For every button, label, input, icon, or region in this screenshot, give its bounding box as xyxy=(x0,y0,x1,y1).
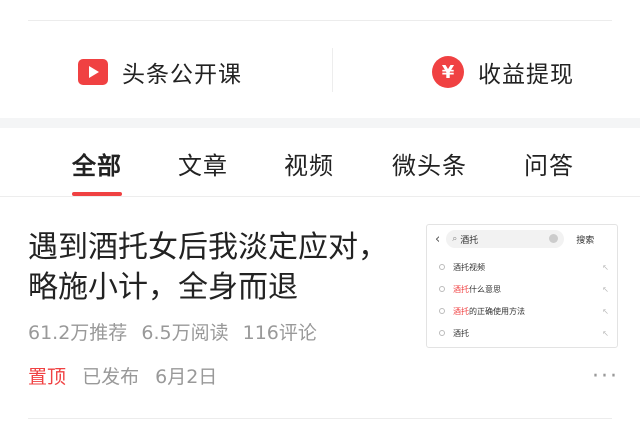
tab-all[interactable]: 全部 xyxy=(72,146,122,181)
tab-qa[interactable]: 问答 xyxy=(524,146,574,181)
article-stats: 61.2万推荐 6.5万阅读 116评论 xyxy=(28,318,325,345)
top-divider xyxy=(28,20,612,21)
quick-links-divider xyxy=(332,48,333,92)
withdraw-label: 收益提现 xyxy=(478,62,574,88)
search-icon xyxy=(439,264,445,270)
back-icon: ‹ xyxy=(435,231,441,247)
thumbnail-suggestion: 酒托 ↖ xyxy=(427,323,617,343)
thumbnail-search-field: ⌕ 酒托 xyxy=(446,230,565,248)
course-label: 头条公开课 xyxy=(122,62,242,88)
publish-date: 6月2日 xyxy=(155,366,218,388)
fill-arrow-icon: ↖ xyxy=(602,329,609,338)
fill-arrow-icon: ↖ xyxy=(602,263,609,272)
section-separator xyxy=(0,118,640,128)
tab-articles[interactable]: 文章 xyxy=(178,146,228,181)
quick-links-row: 头条公开课 ¥ 收益提现 xyxy=(0,22,640,118)
course-link[interactable]: 头条公开课 xyxy=(78,52,242,92)
article-title[interactable]: 遇到酒托女后我淡定应对，略施小计，全身而退 xyxy=(28,228,398,308)
suggestion-text: 酒托 xyxy=(453,328,469,338)
tabs-divider xyxy=(0,196,640,197)
publish-status: 已发布 xyxy=(82,366,140,388)
search-icon xyxy=(439,330,445,336)
search-icon xyxy=(439,308,445,314)
read-count: 6.5万阅读 xyxy=(141,322,229,344)
article-thumbnail[interactable]: ‹ ⌕ 酒托 搜索 酒托视频 ↖ 酒托 什么意思 ↖ 酒托 的正确使用方法 ↖ 酒托… xyxy=(426,224,618,348)
tab-micro-posts[interactable]: 微头条 xyxy=(392,146,467,181)
fill-arrow-icon: ↖ xyxy=(602,307,609,316)
pinned-badge: 置顶 xyxy=(28,366,67,388)
thumbnail-search-bar: ‹ ⌕ 酒托 搜索 xyxy=(427,225,617,253)
play-video-icon xyxy=(78,59,108,85)
article-meta: 置顶 已发布 6月2日 xyxy=(28,362,227,389)
fill-arrow-icon: ↖ xyxy=(602,285,609,294)
recommend-count: 61.2万推荐 xyxy=(28,322,128,344)
bottom-divider xyxy=(28,418,612,419)
yen-icon: ¥ xyxy=(432,56,464,88)
suggestion-text: 酒托视频 xyxy=(453,262,485,272)
more-options-icon[interactable]: ··· xyxy=(592,364,619,389)
suggestion-text: 什么意思 xyxy=(469,284,501,294)
thumbnail-suggestion: 酒托 什么意思 ↖ xyxy=(427,279,617,299)
thumbnail-suggestion: 酒托视频 ↖ xyxy=(427,257,617,277)
suggestion-highlight: 酒托 xyxy=(453,284,469,294)
suggestion-text: 的正确使用方法 xyxy=(469,306,525,316)
thumbnail-suggestion: 酒托 的正确使用方法 ↖ xyxy=(427,301,617,321)
withdraw-link[interactable]: ¥ 收益提现 xyxy=(432,52,574,92)
content-tabs: 全部 文章 视频 微头条 问答 xyxy=(0,128,640,198)
suggestion-highlight: 酒托 xyxy=(453,306,469,316)
thumbnail-search-text: 酒托 xyxy=(460,235,479,246)
search-icon xyxy=(439,286,445,292)
tab-videos[interactable]: 视频 xyxy=(284,146,334,181)
comment-count: 116评论 xyxy=(242,322,317,344)
clear-icon xyxy=(549,234,559,243)
search-icon: ⌕ xyxy=(452,234,458,244)
thumbnail-search-button: 搜索 xyxy=(576,235,595,246)
